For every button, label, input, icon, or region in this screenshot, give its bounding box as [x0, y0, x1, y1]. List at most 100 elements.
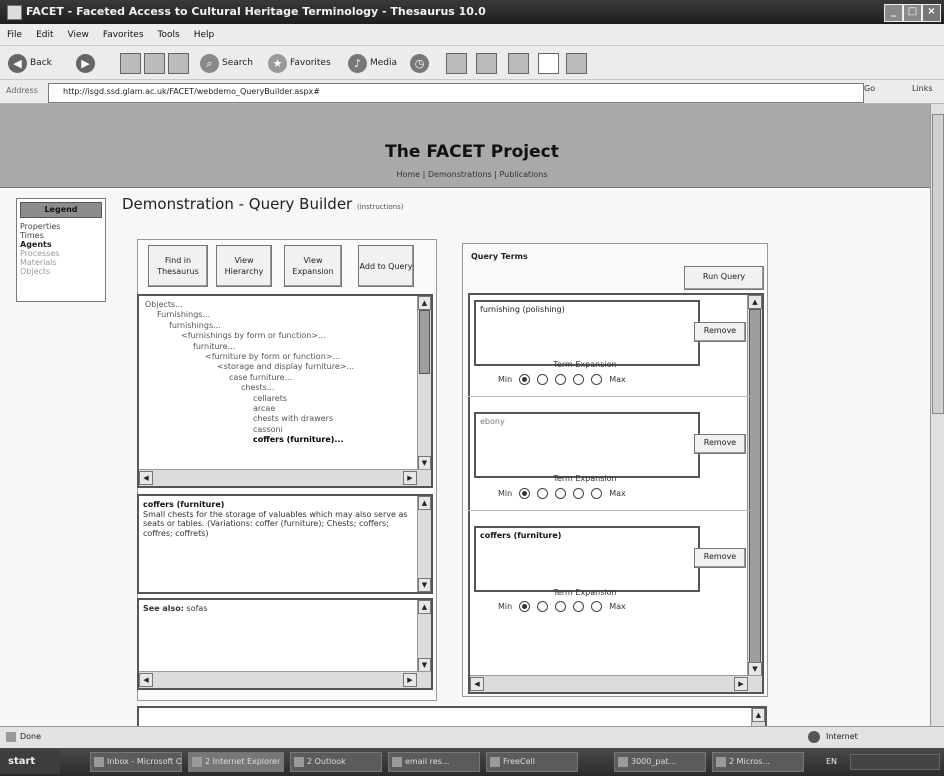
instructions-link[interactable]: (instructions): [357, 203, 403, 211]
mail-button[interactable]: [446, 52, 467, 74]
tree-item[interactable]: <furnishings by form or function>...: [145, 331, 415, 341]
scroll-down-icon[interactable]: ▼: [418, 456, 431, 470]
expansion-radio[interactable]: [573, 488, 585, 499]
discuss-button[interactable]: [538, 52, 559, 74]
favorites-button[interactable]: ★ Favorites: [268, 52, 331, 74]
refresh-button[interactable]: [144, 52, 165, 74]
scroll-left-icon[interactable]: ◀: [470, 677, 484, 691]
tree-item-selected[interactable]: coffers (furniture)...: [145, 435, 415, 445]
expansion-radio[interactable]: [591, 488, 603, 499]
query-list-horizontal-scrollbar[interactable]: ◀ ▶: [470, 675, 762, 692]
expansion-radio[interactable]: [555, 601, 567, 612]
search-button[interactable]: ⌕ Search: [200, 52, 253, 74]
expansion-radio[interactable]: [555, 374, 567, 385]
tree-vertical-scrollbar[interactable]: ▲ ▼: [417, 296, 431, 470]
taskbar-item[interactable]: 2 Internet Explorer: [188, 752, 284, 772]
run-query-button[interactable]: Run Query: [684, 266, 764, 290]
scroll-thumb[interactable]: [419, 310, 430, 374]
stop-button[interactable]: [120, 52, 141, 74]
scroll-up-icon[interactable]: ▲: [418, 600, 431, 614]
view-hierarchy-button[interactable]: View Hierarchy: [216, 245, 272, 287]
results-box[interactable]: ▲: [137, 706, 767, 728]
taskbar-item[interactable]: Inbox - Microsoft Outlook: [90, 752, 182, 772]
remove-term-button-1[interactable]: Remove: [694, 322, 746, 342]
expansion-radio[interactable]: [573, 374, 585, 385]
start-button[interactable]: start: [0, 750, 60, 774]
expansion-radio[interactable]: [519, 488, 531, 499]
minimize-button[interactable]: _: [884, 4, 903, 22]
scroll-up-icon[interactable]: ▲: [418, 496, 431, 510]
hierarchy-tree[interactable]: Objects... Furnishings... furnishings...…: [137, 294, 433, 488]
scroll-right-icon[interactable]: ▶: [403, 673, 417, 687]
taskbar-item[interactable]: 2 Micros...: [712, 752, 804, 772]
expansion-radio[interactable]: [573, 601, 585, 612]
find-in-thesaurus-button[interactable]: Find in Thesaurus: [148, 245, 208, 287]
scroll-left-icon[interactable]: ◀: [139, 673, 153, 687]
scroll-down-icon[interactable]: ▼: [418, 578, 431, 592]
expansion-radio[interactable]: [555, 488, 567, 499]
expansion-radio[interactable]: [519, 601, 531, 612]
tree-item[interactable]: cellarets: [145, 394, 415, 404]
home-button[interactable]: [168, 52, 189, 74]
taskbar-item[interactable]: FreeCell: [486, 752, 578, 772]
tree-horizontal-scrollbar[interactable]: ◀ ▶: [139, 469, 431, 486]
see-also-scrollbar[interactable]: ▲ ▼: [417, 600, 431, 672]
menu-tools[interactable]: Tools: [151, 24, 187, 46]
results-scrollbar[interactable]: ▲: [751, 708, 765, 726]
maximize-button[interactable]: □: [903, 4, 922, 22]
tree-item[interactable]: Furnishings...: [145, 310, 415, 320]
see-also-box[interactable]: See also: sofas ▲ ▼ ◀ ▶: [137, 598, 433, 690]
page-scrollbar[interactable]: [930, 104, 944, 726]
taskbar-item[interactable]: email res...: [388, 752, 480, 772]
query-term-box-3[interactable]: coffers (furniture): [474, 526, 700, 592]
tree-item[interactable]: <storage and display furniture>...: [145, 362, 415, 372]
links-button[interactable]: Links: [912, 84, 933, 93]
expansion-radio[interactable]: [591, 601, 603, 612]
scroll-right-icon[interactable]: ▶: [734, 677, 748, 691]
view-expansion-button[interactable]: View Expansion: [284, 245, 342, 287]
taskbar-item[interactable]: 2 Outlook: [290, 752, 382, 772]
menu-file[interactable]: File: [0, 24, 29, 46]
scroll-up-icon[interactable]: ▲: [752, 708, 765, 722]
menu-edit[interactable]: Edit: [29, 24, 60, 46]
system-tray[interactable]: [850, 754, 940, 770]
tree-item[interactable]: case furniture...: [145, 373, 415, 383]
remove-term-button-3[interactable]: Remove: [694, 548, 746, 568]
go-button[interactable]: Go: [864, 84, 875, 93]
add-to-query-button[interactable]: Add to Query: [358, 245, 414, 287]
scroll-right-icon[interactable]: ▶: [403, 471, 417, 485]
scroll-up-icon[interactable]: ▲: [418, 296, 431, 310]
menu-help[interactable]: Help: [187, 24, 222, 46]
print-button[interactable]: [476, 52, 497, 74]
messenger-button[interactable]: [566, 52, 587, 74]
tree-item[interactable]: arcae: [145, 404, 415, 414]
address-input[interactable]: http://isgd.ssd.glam.ac.uk/FACET/webdemo…: [48, 83, 864, 103]
term-description-box[interactable]: coffers (furniture) Small chests for the…: [137, 494, 433, 594]
scroll-down-icon[interactable]: ▼: [748, 662, 762, 676]
scroll-up-icon[interactable]: ▲: [748, 295, 762, 309]
query-term-box-2[interactable]: ebony: [474, 412, 700, 478]
language-indicator[interactable]: EN: [826, 757, 837, 766]
taskbar-item[interactable]: 3000_pat...: [614, 752, 706, 772]
tree-item[interactable]: chests...: [145, 383, 415, 393]
query-term-box-1[interactable]: furnishing (polishing): [474, 300, 700, 366]
tree-item[interactable]: cassoni: [145, 425, 415, 435]
close-button[interactable]: ×: [922, 4, 941, 22]
query-list-scrollbar[interactable]: ▲ ▼: [747, 295, 762, 676]
tree-item[interactable]: furniture...: [145, 342, 415, 352]
tree-item[interactable]: furnishings...: [145, 321, 415, 331]
description-scrollbar[interactable]: ▲ ▼: [417, 496, 431, 592]
menu-favorites[interactable]: Favorites: [96, 24, 151, 46]
tree-item[interactable]: chests with drawers: [145, 414, 415, 424]
expansion-radio[interactable]: [537, 374, 549, 385]
site-nav[interactable]: Home | Demonstrations | Publications: [0, 170, 944, 179]
menu-view[interactable]: View: [61, 24, 96, 46]
forward-button[interactable]: ▶: [76, 52, 95, 74]
scroll-down-icon[interactable]: ▼: [418, 658, 431, 672]
remove-term-button-2[interactable]: Remove: [694, 434, 746, 454]
back-button[interactable]: ◀ Back: [8, 52, 52, 74]
tree-item[interactable]: Objects...: [145, 300, 415, 310]
media-button[interactable]: ♪ Media: [348, 52, 397, 74]
expansion-radio[interactable]: [591, 374, 603, 385]
see-also-value[interactable]: sofas: [187, 604, 208, 613]
